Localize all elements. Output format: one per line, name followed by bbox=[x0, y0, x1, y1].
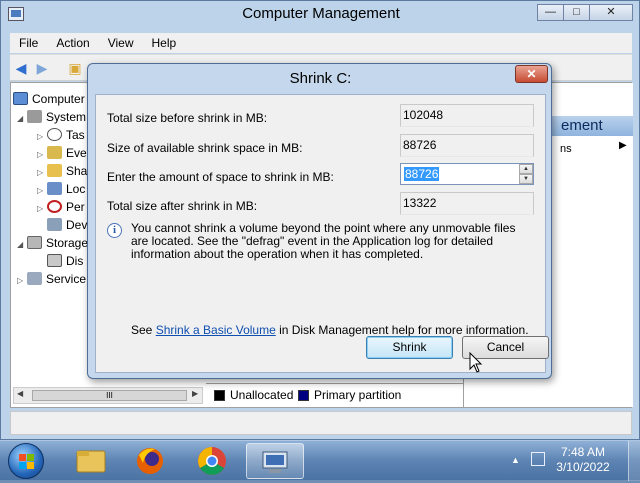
collapse-icon[interactable]: ◢ bbox=[17, 236, 27, 254]
show-desktop-button[interactable] bbox=[628, 441, 640, 481]
expand-icon[interactable]: ▷ bbox=[37, 200, 47, 218]
firefox-icon bbox=[137, 448, 163, 474]
tree-item-services[interactable]: ▷ Service bbox=[17, 270, 86, 288]
total-before-label: Total size before shrink in MB: bbox=[107, 111, 268, 125]
shrink-amount-input[interactable]: 88726 bbox=[404, 167, 440, 181]
maximize-button[interactable]: □ bbox=[563, 4, 590, 21]
shrink-amount-stepper[interactable]: 88726 ▲ ▼ bbox=[400, 163, 534, 185]
shrink-button[interactable]: Shrink bbox=[366, 336, 453, 359]
minimize-button[interactable]: — bbox=[537, 4, 564, 21]
clock-time: 7:48 AM bbox=[560, 445, 606, 459]
chrome-taskbar-button[interactable] bbox=[183, 443, 241, 479]
more-actions-item[interactable]: ns bbox=[560, 143, 572, 155]
tree-item-task-scheduler[interactable]: ▷ Tas bbox=[37, 126, 85, 144]
menu-action[interactable]: Action bbox=[47, 36, 98, 50]
scroll-left-icon[interactable]: ◀ bbox=[17, 389, 23, 398]
clock-date: 3/10/2022 bbox=[556, 460, 610, 474]
tree-item-system[interactable]: ◢ System bbox=[17, 108, 86, 126]
explorer-taskbar-button[interactable] bbox=[62, 443, 120, 479]
folder-icon bbox=[47, 164, 62, 177]
spin-up-icon[interactable]: ▲ bbox=[519, 164, 533, 174]
shrink-amount-label: Enter the amount of space to shrink in M… bbox=[107, 170, 334, 184]
menu-bar: File Action View Help bbox=[10, 33, 632, 53]
spin-down-icon[interactable]: ▼ bbox=[519, 174, 533, 184]
firefox-taskbar-button[interactable] bbox=[121, 443, 179, 479]
menu-help[interactable]: Help bbox=[143, 36, 186, 50]
legend-unallocated: Unallocated bbox=[230, 388, 294, 402]
tree-item-performance[interactable]: ▷ Per bbox=[37, 198, 85, 216]
up-folder-icon[interactable]: ▣ bbox=[67, 61, 83, 75]
tree-horizontal-scrollbar[interactable]: ◀ III ▶ bbox=[13, 387, 203, 404]
tools-icon bbox=[27, 110, 42, 123]
help-line: See Shrink a Basic Volume in Disk Manage… bbox=[131, 323, 529, 337]
menu-view[interactable]: View bbox=[99, 36, 143, 50]
computer-management-icon bbox=[262, 451, 288, 473]
event-icon bbox=[47, 146, 62, 159]
scroll-right-icon[interactable]: ▶ bbox=[192, 389, 198, 398]
unallocated-swatch bbox=[214, 390, 225, 401]
network-icon[interactable] bbox=[531, 452, 545, 466]
storage-icon bbox=[27, 236, 42, 249]
taskbar-clock[interactable]: 7:48 AM 3/10/2022 bbox=[548, 445, 618, 475]
tree-item-device-manager[interactable]: Dev bbox=[47, 216, 87, 234]
scroll-thumb[interactable]: III bbox=[32, 390, 187, 401]
submenu-arrow-icon: ▶ bbox=[619, 140, 627, 151]
folder-icon bbox=[76, 450, 106, 473]
show-hidden-icons-icon[interactable]: ▲ bbox=[511, 455, 520, 465]
back-arrow-icon[interactable]: ◀ bbox=[13, 61, 29, 75]
tree-item-local-users[interactable]: ▷ Loc bbox=[37, 180, 85, 198]
available-space-value: 88726 bbox=[400, 134, 534, 157]
computer-management-taskbar-button[interactable] bbox=[246, 443, 304, 479]
status-bar bbox=[10, 411, 632, 435]
tree-item-disk-management[interactable]: Dis bbox=[47, 252, 83, 270]
tree-item-event-viewer[interactable]: ▷ Eve bbox=[37, 144, 87, 162]
available-space-label: Size of available shrink space in MB: bbox=[107, 141, 303, 155]
disk-icon bbox=[47, 254, 62, 267]
dialog-title: Shrink C: bbox=[289, 70, 352, 87]
users-icon bbox=[47, 182, 62, 195]
chrome-icon bbox=[198, 447, 226, 475]
dialog-close-button[interactable]: ✕ bbox=[515, 65, 548, 83]
expand-icon[interactable]: ▷ bbox=[17, 272, 27, 290]
start-button[interactable] bbox=[8, 443, 44, 479]
shrink-dialog: Shrink C: ✕ Total size before shrink in … bbox=[87, 63, 552, 379]
tree-item-storage[interactable]: ◢ Storage bbox=[17, 234, 88, 252]
services-icon bbox=[27, 272, 42, 285]
forward-arrow-icon[interactable]: ▶ bbox=[34, 61, 50, 75]
partition-legend: Unallocated Primary partition bbox=[206, 383, 464, 407]
tree-item-computer[interactable]: Computer bbox=[13, 90, 85, 108]
legend-primary-partition: Primary partition bbox=[314, 388, 402, 402]
help-link[interactable]: Shrink a Basic Volume bbox=[156, 323, 276, 337]
clock-icon bbox=[47, 128, 62, 141]
menu-file[interactable]: File bbox=[10, 36, 47, 50]
close-button[interactable]: ✕ bbox=[589, 4, 633, 21]
total-after-label: Total size after shrink in MB: bbox=[107, 199, 258, 213]
computer-icon bbox=[13, 92, 28, 105]
mouse-cursor-icon bbox=[469, 352, 483, 373]
info-icon: i bbox=[107, 223, 122, 238]
collapse-icon[interactable]: ◢ bbox=[17, 110, 27, 128]
device-icon bbox=[47, 218, 62, 231]
performance-icon bbox=[47, 200, 62, 213]
dialog-body: Total size before shrink in MB: 102048 S… bbox=[95, 94, 549, 373]
tree-item-shared-folders[interactable]: ▷ Sha bbox=[37, 162, 87, 180]
taskbar: ▲ 7:48 AM 3/10/2022 bbox=[0, 440, 640, 481]
total-before-value: 102048 bbox=[400, 104, 534, 127]
primary-partition-swatch bbox=[298, 390, 309, 401]
total-after-value: 13322 bbox=[400, 192, 534, 215]
info-message: You cannot shrink a volume beyond the po… bbox=[131, 221, 516, 261]
